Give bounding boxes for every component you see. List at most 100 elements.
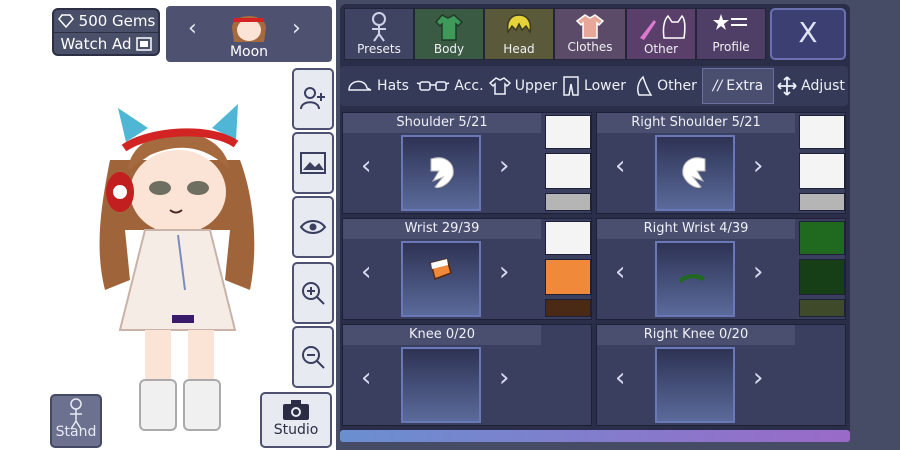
prev-item-button[interactable]: ‹ (615, 151, 625, 181)
subtab-hats[interactable]: Hats (342, 68, 412, 104)
zoom-in-button[interactable] (292, 262, 334, 324)
eye-icon (299, 220, 327, 234)
stand-button[interactable]: Stand (50, 394, 102, 448)
add-person-icon (300, 87, 325, 110)
shirt-icon (488, 77, 511, 95)
tab-other[interactable]: Other (626, 8, 696, 60)
next-item-button[interactable]: › (499, 363, 509, 393)
item-preview[interactable] (655, 347, 735, 423)
visibility-button[interactable] (292, 196, 334, 258)
subtab-lower[interactable]: Lower (558, 68, 630, 104)
panel-footer-strip (340, 430, 850, 442)
color-swatch[interactable] (799, 193, 845, 211)
color-swatch[interactable] (545, 299, 591, 317)
tab-presets[interactable]: Presets (344, 8, 414, 60)
slot-title: Right Shoulder 5/21 (597, 113, 795, 133)
item-preview[interactable] (401, 135, 481, 211)
figure-icon (372, 12, 386, 42)
prev-item-button[interactable]: ‹ (361, 151, 371, 181)
prev-item-button[interactable]: ‹ (615, 257, 625, 287)
tab-label: Presets (357, 42, 401, 56)
sword-cat-icon (640, 14, 686, 40)
item-preview[interactable] (401, 241, 481, 317)
tab-profile[interactable]: Profile (696, 8, 766, 60)
close-button[interactable]: X (770, 8, 846, 60)
character-figure (99, 104, 255, 431)
wing-icon (682, 157, 706, 188)
next-item-button[interactable]: › (753, 363, 763, 393)
subtab-label: Hats (377, 78, 409, 94)
next-item-button[interactable]: › (753, 257, 763, 287)
color-swatch[interactable] (799, 299, 845, 317)
color-swatch[interactable] (799, 259, 845, 295)
color-swatch[interactable] (545, 153, 591, 189)
slot-title: Wrist 29/39 (343, 219, 541, 239)
band-icon (679, 274, 705, 283)
color-swatch[interactable] (799, 115, 845, 149)
item-preview[interactable] (655, 135, 735, 211)
tab-label: Clothes (567, 40, 613, 54)
studio-button[interactable]: Studio (260, 392, 332, 448)
add-character-button[interactable] (292, 68, 334, 130)
color-swatch[interactable] (799, 221, 845, 255)
prev-item-button[interactable]: ‹ (615, 363, 625, 393)
prev-item-button[interactable]: ‹ (361, 363, 371, 393)
slot-shoulder: Shoulder 5/21 ‹ › (342, 112, 592, 214)
watch-ad-button[interactable]: Watch Ad (54, 32, 158, 55)
character-name: Moon (229, 44, 269, 60)
currency-box: 500 Gems Watch Ad (52, 8, 160, 56)
slot-title: Shoulder 5/21 (343, 113, 541, 133)
cap-icon (348, 80, 372, 91)
subtab-label: Extra (726, 78, 764, 94)
zoom-out-icon (302, 346, 325, 369)
subtab-label: Lower (584, 78, 626, 94)
item-preview[interactable] (401, 347, 481, 423)
tab-label: Head (503, 42, 535, 56)
gem-icon (57, 14, 74, 28)
subtab-other[interactable]: Other (630, 68, 702, 104)
character-avatar-icon (232, 16, 266, 42)
color-swatches (543, 113, 595, 213)
item-preview[interactable] (655, 241, 735, 317)
pants-icon (563, 76, 579, 96)
color-swatch[interactable] (545, 193, 591, 211)
slot-right-shoulder: Right Shoulder 5/21 ‹ › (596, 112, 846, 214)
slot-knee: Knee 0/20 ‹ › (342, 324, 592, 426)
star-list-icon (713, 14, 747, 30)
gems-label: 500 Gems (78, 12, 156, 30)
subtab-accessories[interactable]: Acc. (414, 68, 486, 104)
subtab-adjust[interactable]: Adjust (776, 68, 846, 104)
color-swatch[interactable] (545, 221, 591, 255)
slashes-icon: // (712, 78, 723, 94)
next-character-button[interactable]: › (292, 16, 301, 41)
tab-clothes[interactable]: Clothes (554, 8, 626, 60)
prev-item-button[interactable]: ‹ (361, 257, 371, 287)
studio-label: Studio (273, 422, 319, 438)
color-swatch[interactable] (545, 115, 591, 149)
camera-icon (283, 400, 309, 420)
watch-ad-label: Watch Ad (60, 35, 132, 53)
next-item-button[interactable]: › (499, 151, 509, 181)
zoom-out-button[interactable] (292, 326, 334, 388)
character-selector: ‹ › Moon (166, 6, 332, 62)
subtab-extra[interactable]: // Extra (702, 68, 774, 104)
sail-icon (637, 75, 653, 96)
tab-body[interactable]: Body (414, 8, 484, 60)
slot-wrist: Wrist 29/39 ‹ › (342, 218, 592, 320)
prev-character-button[interactable]: ‹ (188, 16, 197, 41)
subtab-upper[interactable]: Upper (488, 68, 558, 104)
glasses-icon (417, 81, 450, 91)
tab-label: Body (433, 42, 465, 56)
background-button[interactable] (292, 132, 334, 194)
zoom-in-icon (302, 282, 325, 305)
tab-head[interactable]: Head (484, 8, 554, 60)
next-item-button[interactable]: › (753, 151, 763, 181)
next-item-button[interactable]: › (499, 257, 509, 287)
color-swatches (797, 219, 849, 319)
color-swatch[interactable] (545, 259, 591, 295)
jacket-icon (434, 14, 464, 41)
slot-title: Right Knee 0/20 (597, 325, 795, 345)
subtab-label: Upper (514, 78, 558, 94)
color-swatch[interactable] (799, 153, 845, 189)
color-swatches (543, 219, 595, 319)
